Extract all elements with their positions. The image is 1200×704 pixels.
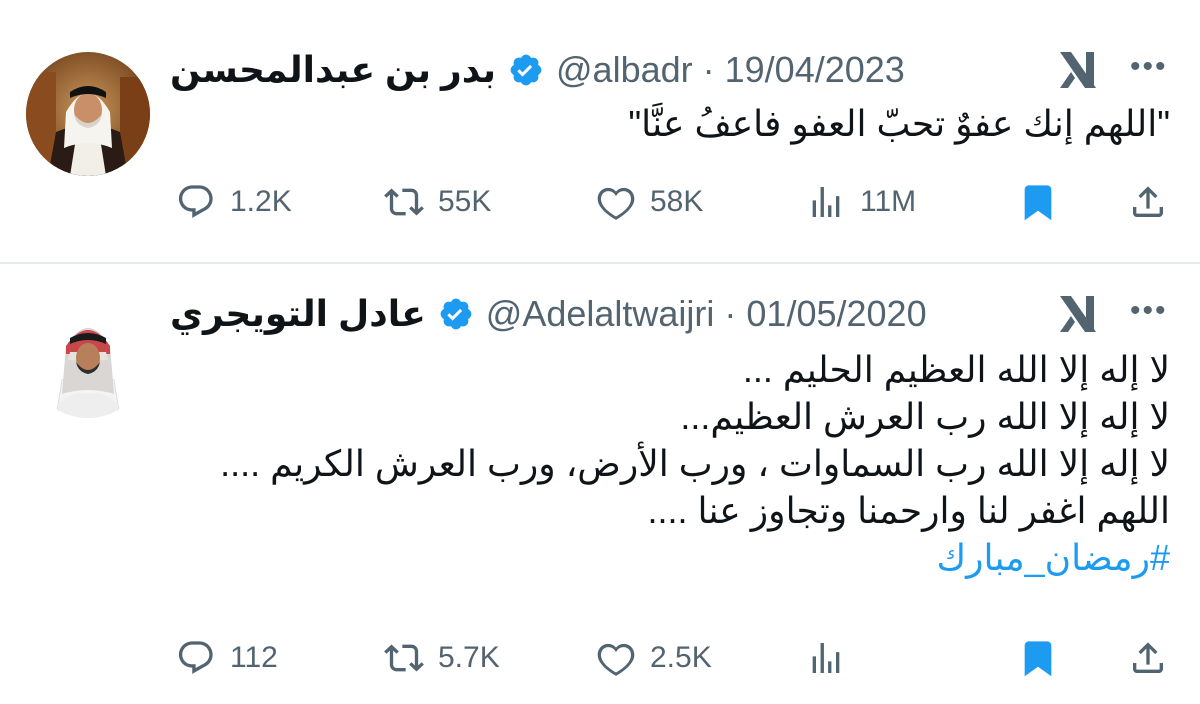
reply-button[interactable]: 112 xyxy=(176,634,278,682)
author-name[interactable]: عادل التويجري xyxy=(170,293,426,335)
like-button[interactable]: 2.5K xyxy=(596,634,712,682)
tweet-text-line: لا إله إلا الله العظيم الحليم ... xyxy=(742,349,1170,390)
heart-icon xyxy=(596,638,636,678)
verified-badge-icon xyxy=(508,52,544,88)
views-count: 11M xyxy=(860,185,917,218)
tweet-text-line: اللهم اغفر لنا وارحمنا وتجاوز عنا .... xyxy=(647,490,1170,531)
tweet-card[interactable]: عادل التويجري @Adelaltwaijri · 01/05/202… xyxy=(0,264,1200,704)
share-button[interactable] xyxy=(1128,178,1168,226)
x-logo-icon xyxy=(1056,48,1100,92)
tweet-card[interactable]: بدر بن عبدالمحسن @albadr · 19/04/2023 ••… xyxy=(0,0,1200,264)
author-name[interactable]: بدر بن عبدالمحسن xyxy=(170,49,496,91)
more-options-button[interactable]: ••• xyxy=(1130,296,1168,326)
retweet-icon xyxy=(384,182,424,222)
bookmark-button[interactable] xyxy=(1018,178,1058,226)
views-icon xyxy=(806,638,846,678)
tweet-header: بدر بن عبدالمحسن @albadr · 19/04/2023 xyxy=(170,46,905,94)
retweet-icon xyxy=(384,638,424,678)
tweet-text: "اللهم إنك عفوٌ تحبّ العفو فاعفُ عنَّا" xyxy=(170,100,1170,147)
avatar[interactable] xyxy=(26,294,150,418)
like-count: 58K xyxy=(650,185,704,218)
tweet-text-line: لا إله إلا الله رب العرش العظيم... xyxy=(680,396,1170,437)
tweet-header: عادل التويجري @Adelaltwaijri · 01/05/202… xyxy=(170,290,927,338)
reply-count: 1.2K xyxy=(230,185,292,218)
handle-and-date[interactable]: @Adelaltwaijri · 01/05/2020 xyxy=(486,293,927,335)
share-icon xyxy=(1128,182,1168,222)
tweet-text-line: لا إله إلا الله رب السماوات ، ورب الأرض،… xyxy=(220,443,1170,484)
bookmark-button[interactable] xyxy=(1018,634,1058,682)
reply-icon xyxy=(176,182,216,222)
retweet-count: 55K xyxy=(438,185,492,218)
retweet-button[interactable]: 55K xyxy=(384,178,491,226)
tweet-actions: 112 5.7K 2.5K xyxy=(0,634,1200,682)
heart-icon xyxy=(596,182,636,222)
reply-icon xyxy=(176,638,216,678)
share-icon xyxy=(1128,638,1168,678)
bookmark-filled-icon xyxy=(1018,182,1058,222)
tweet-text-line: "اللهم إنك عفوٌ تحبّ العفو فاعفُ عنَّا" xyxy=(628,103,1170,144)
retweet-count: 5.7K xyxy=(438,641,500,674)
share-button[interactable] xyxy=(1128,634,1168,682)
reply-button[interactable]: 1.2K xyxy=(176,178,292,226)
hashtag-link[interactable]: #رمضان_مبارك xyxy=(170,534,1170,581)
tweet-actions: 1.2K 55K 58K 11M xyxy=(0,178,1200,226)
retweet-button[interactable]: 5.7K xyxy=(384,634,500,682)
tweet-text: لا إله إلا الله العظيم الحليم ... لا إله… xyxy=(170,346,1170,581)
x-logo-icon xyxy=(1056,292,1100,336)
handle-and-date[interactable]: @albadr · 19/04/2023 xyxy=(556,49,905,91)
verified-badge-icon xyxy=(438,296,474,332)
like-button[interactable]: 58K xyxy=(596,178,703,226)
bookmark-filled-icon xyxy=(1018,638,1058,678)
views-icon xyxy=(806,182,846,222)
avatar[interactable] xyxy=(26,52,150,176)
views-button[interactable] xyxy=(806,634,860,682)
like-count: 2.5K xyxy=(650,641,712,674)
reply-count: 112 xyxy=(230,641,278,674)
more-options-button[interactable]: ••• xyxy=(1130,52,1168,82)
views-button[interactable]: 11M xyxy=(806,178,916,226)
